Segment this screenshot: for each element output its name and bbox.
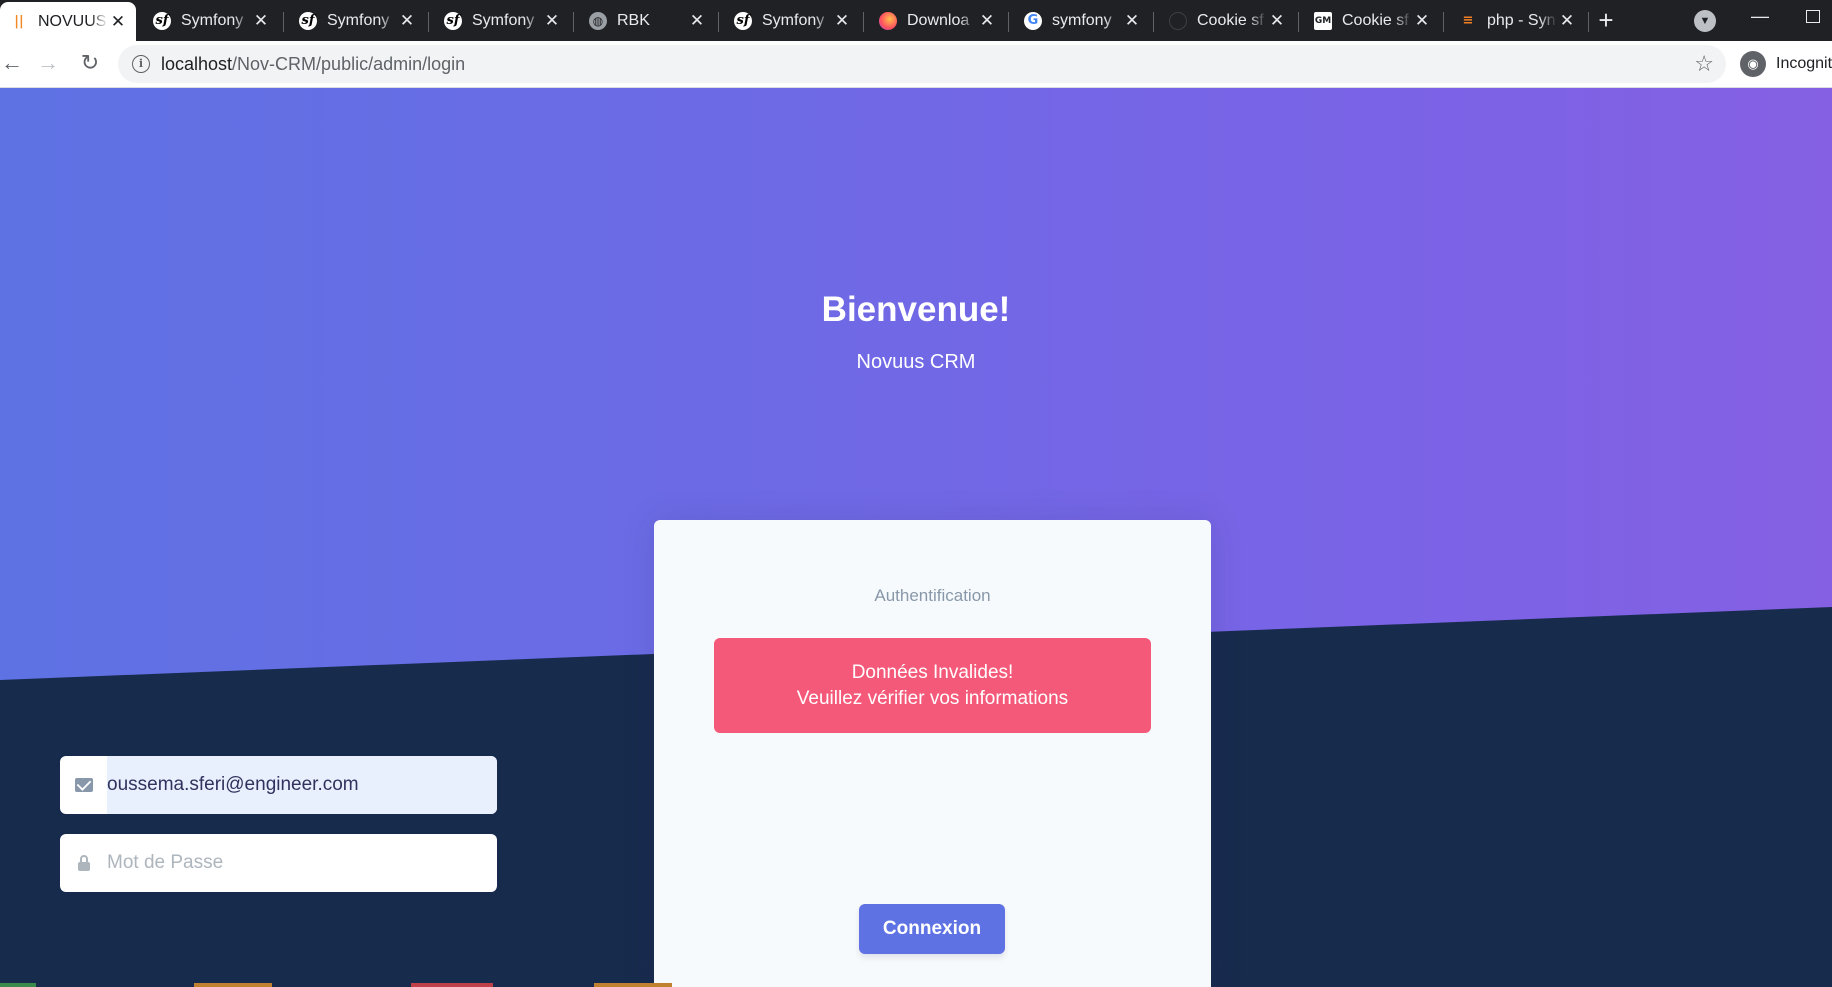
forward-icon[interactable]: → bbox=[36, 52, 60, 76]
email-icon-box bbox=[60, 756, 107, 814]
tab-cookie-1[interactable]: Cookie sf ✕ bbox=[1159, 4, 1295, 37]
new-tab-button[interactable]: + bbox=[1591, 6, 1621, 36]
taskbar-indicator bbox=[0, 983, 36, 987]
password-field bbox=[60, 834, 497, 892]
alert-message: Veuillez vérifier vos informations bbox=[796, 688, 1069, 709]
globe-icon: ◍ bbox=[589, 11, 607, 30]
tab-symfony-1[interactable]: sf Symfony ✕ bbox=[143, 4, 279, 37]
close-tab-icon[interactable]: ✕ bbox=[397, 11, 417, 31]
taskbar-indicator bbox=[194, 983, 272, 987]
email-field bbox=[60, 756, 497, 814]
close-tab-icon[interactable]: ✕ bbox=[542, 11, 562, 31]
tab-symfony-2[interactable]: sf Symfony ✕ bbox=[289, 4, 425, 37]
close-tab-icon[interactable]: ✕ bbox=[1412, 11, 1432, 31]
maximize-icon[interactable] bbox=[1806, 10, 1820, 23]
taskbar-indicator bbox=[594, 983, 672, 987]
browser-tab-strip: || NOVUUS ✕ sf Symfony ✕ sf Symfony ✕ sf… bbox=[0, 0, 1832, 41]
tab-title: php - Syn bbox=[1487, 11, 1556, 29]
tab-symfony-3[interactable]: sf Symfony ✕ bbox=[434, 4, 570, 37]
tab-title: RBK bbox=[617, 11, 650, 29]
password-icon-box bbox=[60, 834, 107, 892]
email-input[interactable] bbox=[107, 756, 497, 814]
envelope-icon bbox=[74, 778, 93, 792]
github-icon bbox=[1169, 11, 1187, 30]
error-alert: Données Invalides! Veuillez vérifier vos… bbox=[714, 638, 1151, 733]
password-input[interactable] bbox=[107, 834, 497, 892]
tab-rbk[interactable]: ◍ RBK ✕ bbox=[579, 4, 715, 37]
tab-title: Symfony bbox=[327, 11, 390, 29]
tab-symfony-4[interactable]: sf Symfony ✕ bbox=[724, 4, 860, 37]
close-tab-icon[interactable]: ✕ bbox=[832, 11, 852, 31]
tab-title: Cookie sf bbox=[1342, 11, 1409, 29]
url-text[interactable]: localhost/Nov-CRM/public/admin/login bbox=[161, 54, 465, 75]
incognito-icon[interactable]: ◉ bbox=[1740, 51, 1766, 77]
tab-search-icon[interactable]: ▼ bbox=[1694, 10, 1716, 32]
novuus-logo-icon: || bbox=[14, 14, 24, 29]
symfony-icon: sf bbox=[444, 11, 462, 30]
tab-cookie-2[interactable]: GM Cookie sf ✕ bbox=[1304, 4, 1440, 37]
login-button[interactable]: Connexion bbox=[859, 904, 1005, 954]
bookmark-star-icon[interactable]: ☆ bbox=[1694, 51, 1714, 77]
tab-title: Symfony bbox=[181, 11, 244, 29]
card-heading: Authentification bbox=[874, 586, 991, 605]
tab-php[interactable]: ≡ php - Syn ✕ bbox=[1449, 4, 1585, 37]
reload-icon[interactable]: ↻ bbox=[78, 52, 102, 76]
symfony-icon: sf bbox=[734, 11, 752, 30]
url-path: /Nov-CRM/public/admin/login bbox=[232, 54, 466, 74]
google-icon: G bbox=[1024, 11, 1042, 30]
tab-novuus[interactable]: || NOVUUS ✕ bbox=[0, 2, 136, 41]
address-bar[interactable]: i localhost/Nov-CRM/public/admin/login ☆ bbox=[118, 45, 1726, 83]
close-tab-icon[interactable]: ✕ bbox=[108, 12, 128, 32]
incognito-label: Incognito bbox=[1776, 55, 1832, 72]
close-tab-icon[interactable]: ✕ bbox=[251, 11, 271, 31]
page-subtitle: Novuus CRM bbox=[856, 351, 976, 373]
tab-title: NOVUUS bbox=[38, 12, 107, 30]
tab-google-symfony[interactable]: G symfony ✕ bbox=[1014, 4, 1150, 37]
tab-title: Cookie sf bbox=[1197, 11, 1264, 29]
close-tab-icon[interactable]: ✕ bbox=[1267, 11, 1287, 31]
browser-toolbar: ← → ↻ i localhost/Nov-CRM/public/admin/l… bbox=[0, 41, 1832, 88]
site-info-icon[interactable]: i bbox=[132, 55, 150, 73]
url-host: localhost bbox=[161, 54, 233, 74]
tab-title: Symfony bbox=[472, 11, 535, 29]
page-content: Bienvenue! Novuus CRM Authentification D… bbox=[0, 88, 1832, 987]
back-icon[interactable]: ← bbox=[0, 52, 24, 76]
tab-downloads[interactable]: Downloa ✕ bbox=[869, 4, 1005, 37]
tab-title: Downloa bbox=[907, 11, 970, 29]
minimize-icon[interactable]: — bbox=[1750, 6, 1770, 26]
tab-title: Symfony bbox=[762, 11, 825, 29]
stackoverflow-icon: ≡ bbox=[1462, 13, 1474, 28]
alert-title: Données Invalides! bbox=[851, 662, 1014, 683]
tab-title: symfony bbox=[1052, 11, 1112, 29]
firefox-icon bbox=[879, 11, 897, 30]
close-tab-icon[interactable]: ✕ bbox=[687, 11, 707, 31]
lock-icon bbox=[77, 855, 90, 871]
close-tab-icon[interactable]: ✕ bbox=[1122, 11, 1142, 31]
close-tab-icon[interactable]: ✕ bbox=[977, 11, 997, 31]
close-tab-icon[interactable]: ✕ bbox=[1557, 11, 1577, 31]
symfony-icon: sf bbox=[153, 11, 171, 30]
page-title: Bienvenue! bbox=[821, 290, 1011, 329]
taskbar-indicator bbox=[411, 983, 493, 987]
symfony-icon: sf bbox=[299, 11, 317, 30]
grafikart-icon: GM bbox=[1314, 11, 1332, 30]
